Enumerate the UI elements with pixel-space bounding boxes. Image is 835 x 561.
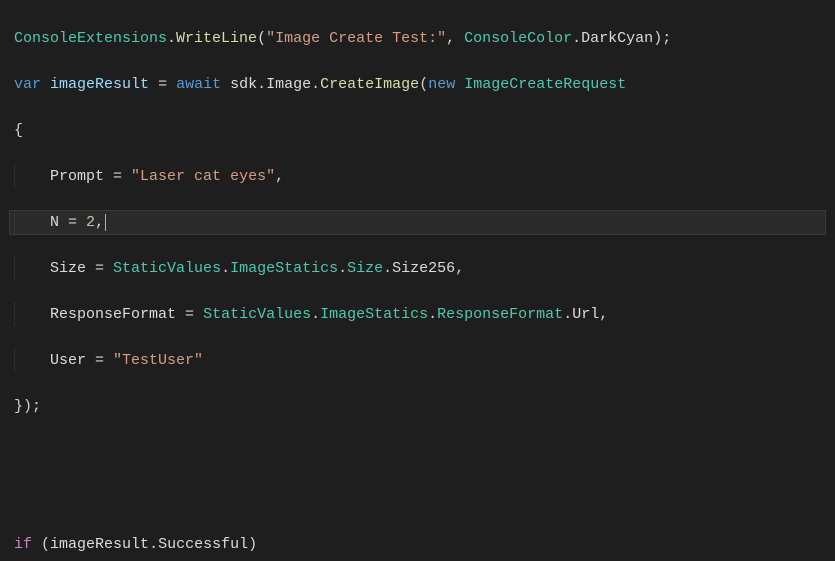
control-token: if bbox=[14, 536, 32, 553]
code-line[interactable]: { bbox=[10, 119, 825, 142]
code-line[interactable]: Prompt = "Laser cat eyes", bbox=[10, 165, 825, 188]
code-line[interactable]: Size = StaticValues.ImageStatics.Size.Si… bbox=[10, 257, 825, 280]
keyword-token: var bbox=[14, 76, 41, 93]
brace-token: { bbox=[14, 122, 23, 139]
code-line[interactable]: if (imageResult.Successful) bbox=[10, 533, 825, 556]
code-editor[interactable]: ConsoleExtensions.WriteLine("Image Creat… bbox=[0, 0, 835, 561]
code-line[interactable]: }); bbox=[10, 395, 825, 418]
code-line[interactable]: var imageResult = await sdk.Image.Create… bbox=[10, 73, 825, 96]
code-line-blank[interactable] bbox=[10, 441, 825, 464]
code-line[interactable]: ConsoleExtensions.WriteLine("Image Creat… bbox=[10, 27, 825, 50]
code-line-blank[interactable] bbox=[10, 487, 825, 510]
property-token: Prompt bbox=[50, 168, 104, 185]
variable-token: imageResult bbox=[50, 76, 149, 93]
method-token: WriteLine bbox=[176, 30, 257, 47]
type-token: ConsoleExtensions bbox=[14, 30, 167, 47]
code-line[interactable]: ResponseFormat = StaticValues.ImageStati… bbox=[10, 303, 825, 326]
string-token: "Image Create Test:" bbox=[266, 30, 446, 47]
number-token: 2 bbox=[86, 214, 95, 231]
text-caret bbox=[105, 214, 106, 231]
code-line-current[interactable]: N = 2, bbox=[10, 211, 825, 234]
code-line[interactable]: User = "TestUser" bbox=[10, 349, 825, 372]
